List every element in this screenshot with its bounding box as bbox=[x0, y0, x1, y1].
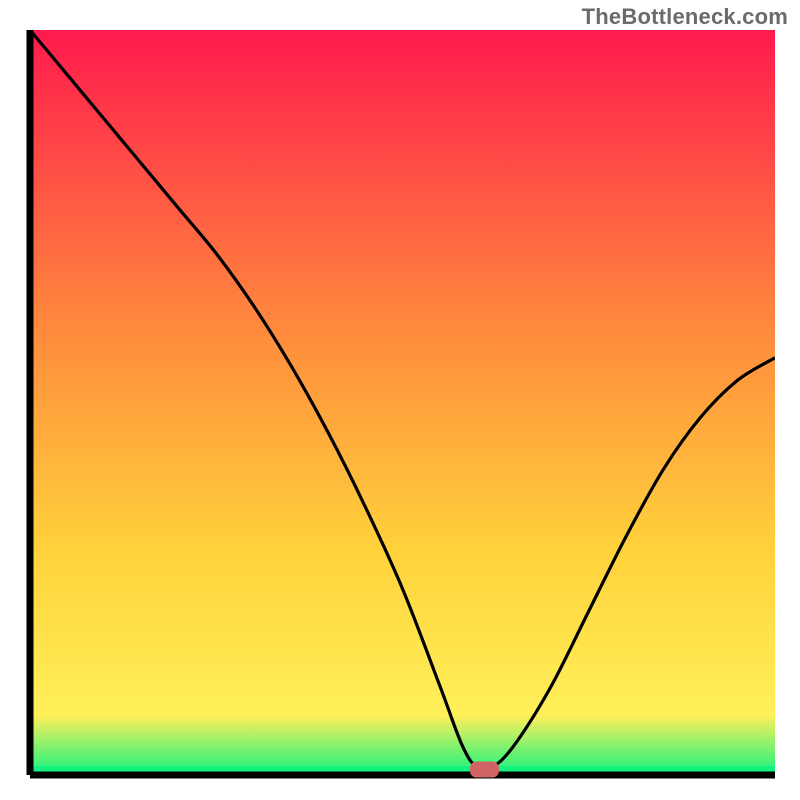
plot-background bbox=[30, 30, 775, 775]
minimum-marker bbox=[470, 762, 498, 777]
watermark-label: TheBottleneck.com bbox=[582, 4, 788, 30]
bottleneck-chart bbox=[0, 0, 800, 800]
chart-container: TheBottleneck.com bbox=[0, 0, 800, 800]
